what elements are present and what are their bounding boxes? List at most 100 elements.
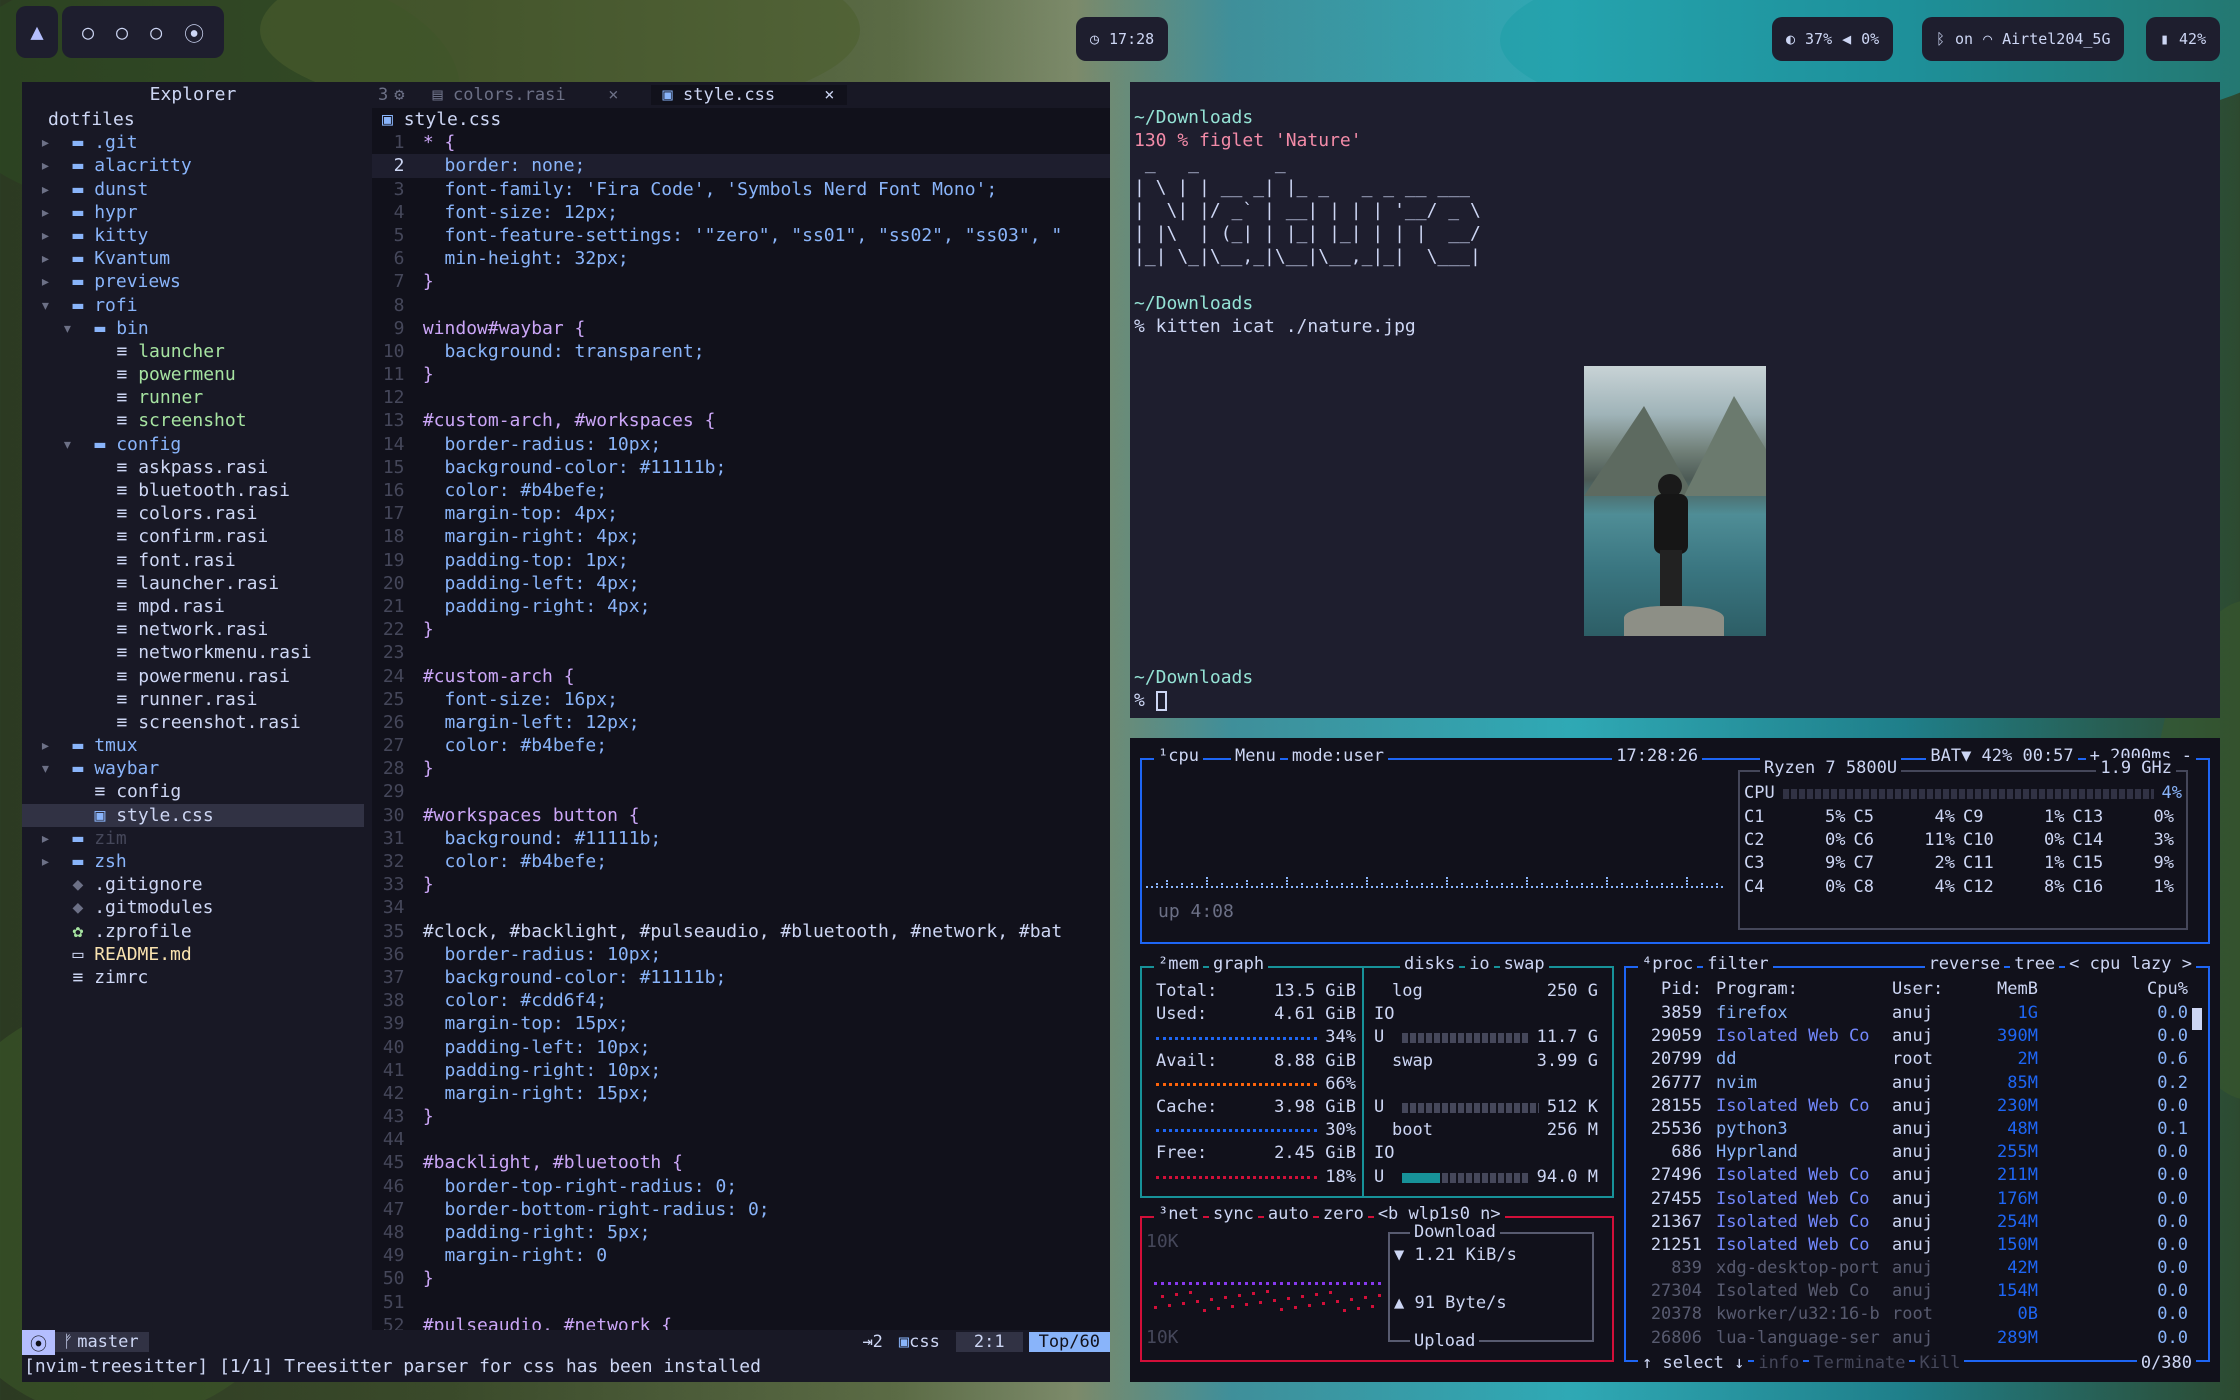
disks-label[interactable]: disks (1400, 954, 1460, 974)
explorer-item[interactable]: ▸ ▬ hypr (22, 201, 364, 224)
explorer-item[interactable]: ≡ network.rasi (22, 618, 364, 641)
info-button[interactable]: info (1754, 1353, 1804, 1373)
explorer-item[interactable]: ▸ ▬ Kvantum (22, 247, 364, 270)
col-pid[interactable]: Pid: (1632, 978, 1702, 1001)
graph-toggle[interactable]: graph (1208, 954, 1269, 974)
cpu-label[interactable]: ¹cpu (1154, 746, 1203, 766)
explorer-item[interactable]: ▸ ▬ .git (22, 131, 364, 154)
proc-row[interactable]: 21367 Isolated Web Co anuj 254M 0.0 (1632, 1211, 2202, 1234)
explorer-item[interactable]: ◆ .gitignore (22, 873, 364, 896)
explorer-item[interactable]: ✿ .zprofile (22, 920, 364, 943)
close-icon[interactable]: × (608, 85, 618, 105)
explorer-item[interactable]: ≡ runner (22, 386, 364, 409)
explorer-item[interactable]: ≡ askpass.rasi (22, 456, 364, 479)
proc-row[interactable]: 686 Hyprland anuj 255M 0.0 (1632, 1141, 2202, 1164)
explorer-item[interactable]: ▾ ▬ config (22, 433, 364, 456)
explorer-item[interactable]: ≡ colors.rasi (22, 502, 364, 525)
explorer-item[interactable]: ≡ bluetooth.rasi (22, 479, 364, 502)
col-user[interactable]: User: (1892, 978, 1964, 1001)
workspace-4[interactable]: ⦿ (184, 18, 204, 47)
explorer-item[interactable]: ▸ ▬ zim (22, 827, 364, 850)
explorer-item[interactable]: ▸ ▬ alacritty (22, 154, 364, 177)
mem-label[interactable]: ²mem (1154, 954, 1203, 974)
btop-window[interactable]: ¹cpu Menu mode:user 17:28:26 BAT▼ 42% 00… (1130, 738, 2220, 1382)
proc-row[interactable]: 26777 nvim anuj 85M 0.2 (1632, 1072, 2202, 1095)
explorer-item[interactable]: ≡ confirm.rasi (22, 525, 364, 548)
tab-colors-rasi[interactable]: ▤ colors.rasi × (421, 85, 631, 105)
code-area[interactable]: 1 * { 2 border: none; 3 font-family: 'Fi… (372, 131, 1110, 1337)
proc-row[interactable]: 27455 Isolated Web Co anuj 176M 0.0 (1632, 1188, 2202, 1211)
proc-row[interactable]: 26806 lua-language-ser anuj 289M 0.0 (1632, 1327, 2202, 1350)
explorer-item[interactable]: ◆ .gitmodules (22, 896, 364, 919)
explorer-item[interactable]: ▾ ▬ waybar (22, 757, 364, 780)
proc-label[interactable]: ⁴proc (1638, 954, 1698, 974)
select-button[interactable]: ↑ select ↓ (1638, 1353, 1749, 1373)
explorer-item[interactable]: ▸ ▬ kitty (22, 224, 364, 247)
clock-module[interactable]: ◷ 17:28 (1076, 17, 1169, 61)
mode-button[interactable]: mode:user (1287, 746, 1389, 766)
explorer-item[interactable]: ≡ screenshot (22, 409, 364, 432)
backlight-volume-module[interactable]: ◐ 37% ◀ 0% (1772, 17, 1894, 61)
arch-button[interactable]: ▲ (16, 6, 58, 58)
proc-row[interactable]: 20799 dd root 2M 0.6 (1632, 1048, 2202, 1071)
prompt-line[interactable]: % (1134, 689, 1167, 712)
col-memb[interactable]: MemB (1964, 978, 2038, 1001)
kitty-terminal[interactable]: ~/Downloads 130 % figlet 'Nature' _ _ _ |… (1130, 82, 2220, 718)
explorer-item[interactable]: ≡ powermenu (22, 363, 364, 386)
proc-row[interactable]: 27496 Isolated Web Co anuj 211M 0.0 (1632, 1164, 2202, 1187)
explorer-item-label: tmux (94, 735, 138, 757)
proc-row[interactable]: 25536 python3 anuj 48M 0.1 (1632, 1118, 2202, 1141)
proc-row[interactable]: 3859 firefox anuj 1G 0.0 (1632, 1002, 2202, 1025)
proc-scrollbar[interactable] (2192, 1008, 2202, 1030)
explorer-item[interactable]: ≡ networkmenu.rasi (22, 641, 364, 664)
proc-row[interactable]: 839 xdg-desktop-port anuj 42M 0.0 (1632, 1257, 2202, 1280)
bluetooth-network-module[interactable]: ᛒ on ◠ Airtel204_5G (1922, 17, 2125, 61)
explorer-item[interactable]: ≡ config (22, 780, 364, 803)
explorer-item[interactable]: ▣ style.css (22, 803, 364, 827)
close-icon[interactable]: × (824, 85, 834, 105)
net-label[interactable]: ³net (1154, 1204, 1203, 1224)
explorer-item[interactable]: ≡ launcher (22, 340, 364, 363)
battery-module[interactable]: ▮ 42% (2146, 17, 2221, 61)
proc-row[interactable]: 20378 kworker/u32:16-b root 0B 0.0 (1632, 1303, 2202, 1326)
col-cpu[interactable]: Cpu% (2038, 978, 2188, 1001)
cpu-graph-dot (1481, 886, 1483, 888)
explorer-item[interactable]: ≡ powermenu.rasi (22, 665, 364, 688)
menu-button[interactable]: Menu (1230, 746, 1280, 766)
explorer-item[interactable]: ▾ ▬ rofi (22, 294, 364, 317)
explorer-item[interactable]: ≡ runner.rasi (22, 688, 364, 711)
proc-row[interactable]: 28155 Isolated Web Co anuj 230M 0.0 (1632, 1095, 2202, 1118)
explorer-item[interactable]: ▸ ▬ zsh (22, 850, 364, 873)
workspace-2[interactable]: ○ (116, 20, 128, 44)
terminate-button[interactable]: Terminate (1809, 1353, 1910, 1373)
proc-list[interactable]: 3859 firefox anuj 1G 0.0 29059 Isolated Web Co… (1632, 1002, 2202, 1350)
tab-style-css[interactable]: ▣ style.css × (650, 85, 847, 105)
workspace-1[interactable]: ○ (82, 20, 94, 44)
proc-row[interactable]: 27304 Isolated Web Co anuj 154M 0.0 (1632, 1280, 2202, 1303)
col-program[interactable]: Program: (1702, 978, 1892, 1001)
auto-toggle[interactable]: auto (1263, 1204, 1313, 1224)
explorer-item[interactable]: ≡ mpd.rasi (22, 595, 364, 618)
zero-toggle[interactable]: zero (1318, 1204, 1368, 1224)
proc-row[interactable]: 29059 Isolated Web Co anuj 390M 0.0 (1632, 1025, 2202, 1048)
proc-row[interactable]: 21251 Isolated Web Co anuj 150M 0.0 (1632, 1234, 2202, 1257)
tree-toggle[interactable]: tree (2010, 954, 2060, 974)
explorer-item[interactable]: ▸ ▬ previews (22, 270, 364, 293)
explorer-item[interactable]: ≡ launcher.rasi (22, 572, 364, 595)
filter-button[interactable]: filter (1703, 954, 1773, 974)
reverse-toggle[interactable]: reverse (1924, 954, 2005, 974)
explorer-item[interactable]: ▭ README.md (22, 943, 364, 966)
io-toggle[interactable]: io (1465, 954, 1494, 974)
kill-button[interactable]: Kill (1915, 1353, 1965, 1373)
explorer-item[interactable]: ≡ screenshot.rasi (22, 711, 364, 734)
swap-toggle[interactable]: swap (1499, 954, 1549, 974)
explorer-item[interactable]: ▸ ▬ dunst (22, 178, 364, 201)
explorer-item[interactable]: ≡ font.rasi (22, 549, 364, 572)
explorer-item[interactable]: ≡ zimrc (22, 966, 364, 989)
workspace-3[interactable]: ○ (150, 20, 162, 44)
explorer-item[interactable]: ▸ ▬ tmux (22, 734, 364, 757)
sync-toggle[interactable]: sync (1208, 1204, 1258, 1224)
proc-memb: 2M (2017, 1049, 2038, 1070)
sort-selector[interactable]: < cpu lazy > (2065, 954, 2196, 974)
explorer-item[interactable]: ▾ ▬ bin (22, 317, 364, 340)
